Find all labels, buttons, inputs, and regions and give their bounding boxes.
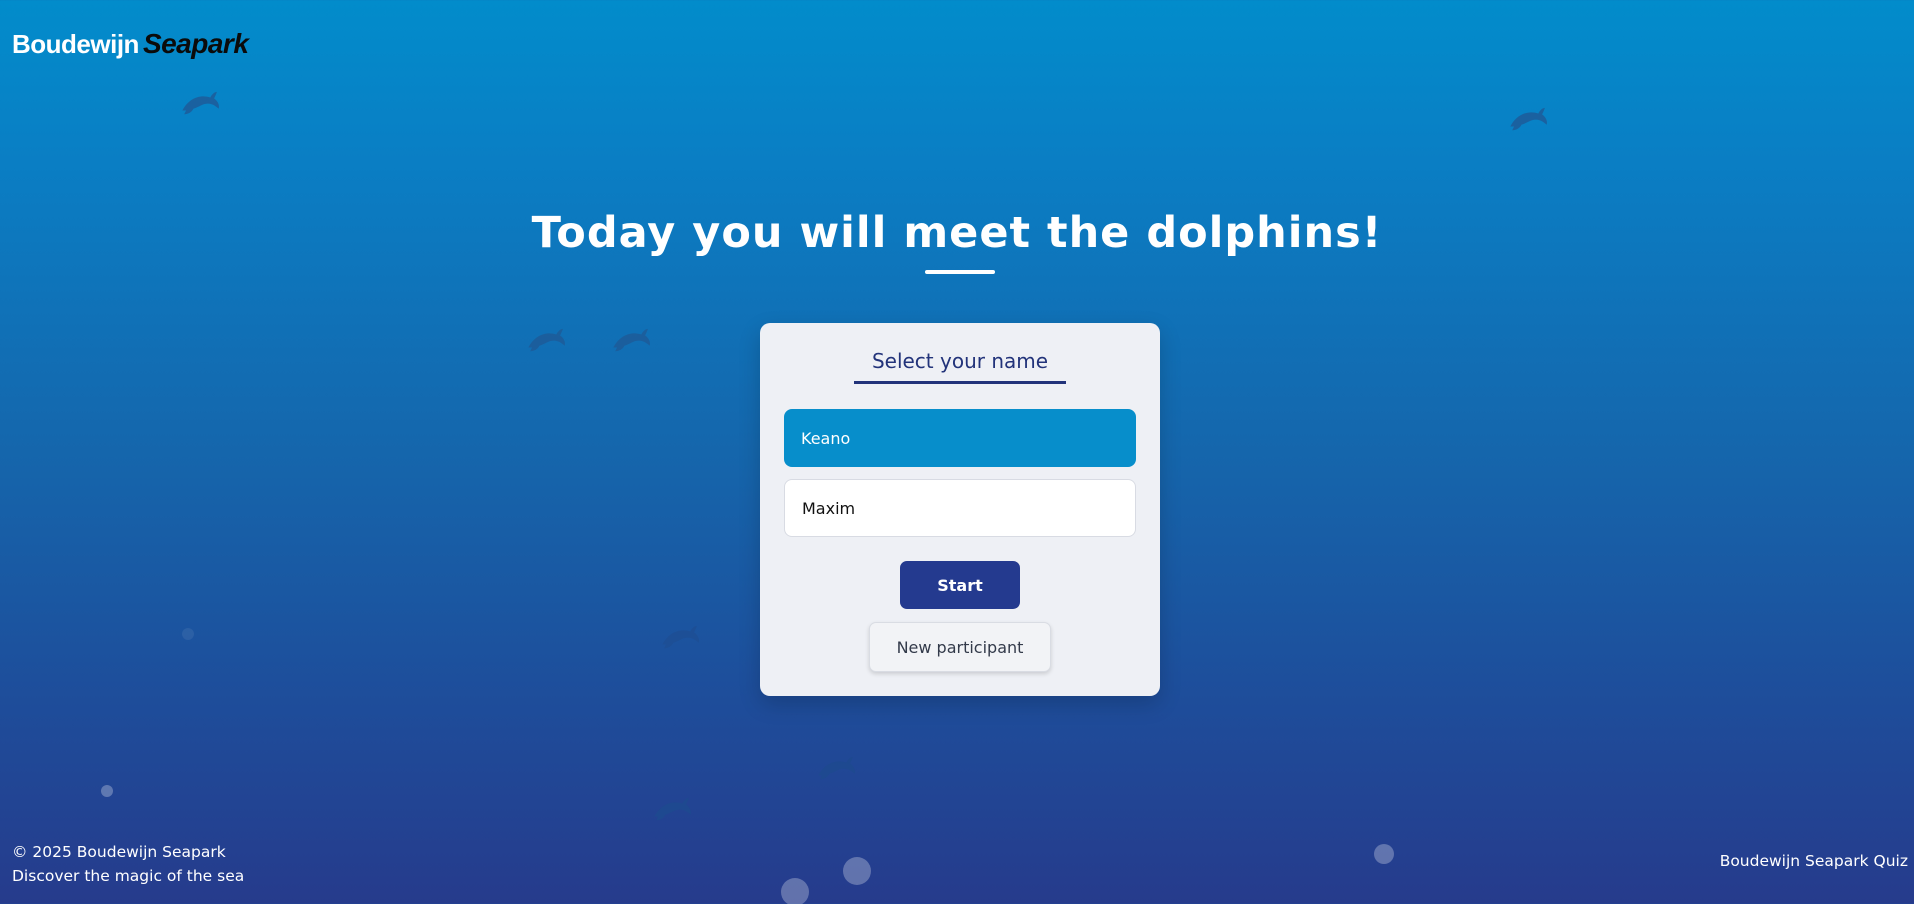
name-option-label: Keano (801, 428, 851, 448)
card-title-underline (854, 381, 1066, 384)
card-title: Select your name (871, 349, 1049, 373)
footer-tagline: Discover the magic of the sea (12, 867, 245, 885)
bubble-decoration (1374, 844, 1394, 864)
start-button[interactable]: Start (900, 561, 1020, 609)
dolphin-icon (182, 91, 219, 115)
bubble-decoration (101, 785, 113, 797)
dolphin-icon (528, 328, 565, 352)
dolphin-icon (1510, 107, 1547, 131)
footer-app-name: Boudewijn Seapark Quiz (1719, 852, 1908, 870)
dolphin-icon (654, 797, 691, 821)
title-underline (925, 270, 995, 274)
dolphin-icon (818, 756, 855, 780)
page-title: Today you will meet the dolphins! (531, 208, 1383, 258)
dolphin-icon (613, 328, 650, 352)
logo-text-primary: Boudewijn (12, 28, 139, 59)
bubble-decoration (843, 857, 871, 885)
name-option-label: Maxim (802, 498, 856, 518)
bubble-decoration (182, 628, 194, 640)
name-option-keano[interactable]: Keano (784, 409, 1136, 467)
logo-text-secondary: Seapark (142, 28, 249, 59)
name-selection-card: Select your name Keano Maxim Start New p… (760, 323, 1160, 696)
footer-copyright: © 2025 Boudewijn Seapark (12, 843, 226, 861)
name-option-maxim[interactable]: Maxim (784, 479, 1136, 537)
dolphin-icon (662, 625, 699, 649)
bubble-decoration (781, 878, 809, 904)
new-participant-button[interactable]: New participant (869, 622, 1051, 672)
footer-info: © 2025 Boudewijn Seapark Discover the ma… (12, 840, 244, 888)
logo: Boudewijn Seapark (12, 24, 249, 64)
